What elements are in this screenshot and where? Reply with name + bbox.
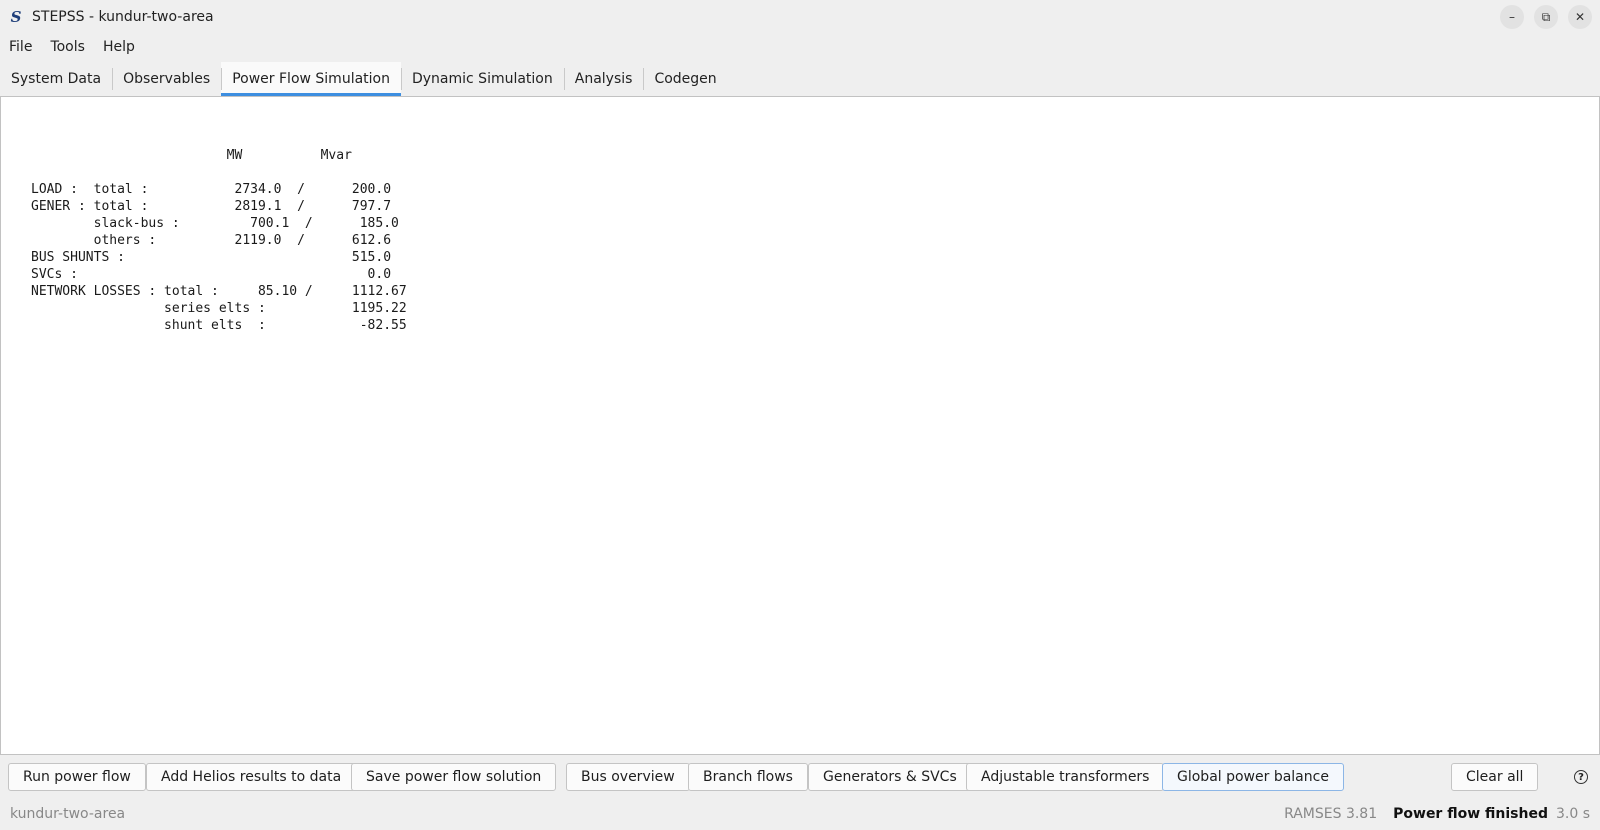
tab-bar: System Data Observables Power Flow Simul…	[0, 62, 728, 96]
stepss-logo-icon: S	[10, 8, 22, 26]
window-controls: – ⧉ ✕	[1500, 5, 1592, 29]
report-line: slack-bus : 700.1 / 185.0	[31, 216, 399, 231]
power-balance-report: MW Mvar LOAD : total : 2734.0 / 200.0 GENE…	[31, 130, 407, 334]
status-bar: kundur-two-area RAMSES 3.81 Power flow f…	[0, 800, 1600, 828]
adjustable-transformers-button[interactable]: Adjustable transformers	[966, 763, 1165, 791]
add-helios-results-button[interactable]: Add Helios results to data	[146, 763, 357, 791]
report-line: shunt elts : -82.55	[31, 318, 407, 333]
status-message: Power flow finished	[1393, 806, 1548, 822]
report-line	[31, 130, 407, 147]
generators-svcs-button[interactable]: Generators & SVCs	[808, 763, 972, 791]
report-line: GENER : total : 2819.1 / 797.7	[31, 199, 392, 214]
menu-help[interactable]: Help	[94, 39, 144, 55]
maximize-icon[interactable]: ⧉	[1534, 5, 1558, 29]
help-icon[interactable]: ?	[1574, 770, 1588, 784]
output-panel[interactable]: MW Mvar LOAD : total : 2734.0 / 200.0 GENE…	[0, 96, 1600, 755]
report-line	[31, 164, 407, 181]
title-bar: S STEPSS - kundur-two-area – ⧉ ✕	[0, 0, 1600, 34]
report-line: LOAD : total : 2734.0 / 200.0	[31, 182, 392, 197]
tab-dynamic-simulation[interactable]: Dynamic Simulation	[400, 62, 564, 96]
tab-observables[interactable]: Observables	[112, 62, 221, 96]
menu-file[interactable]: File	[0, 39, 41, 55]
global-power-balance-button[interactable]: Global power balance	[1162, 763, 1344, 791]
status-elapsed-time: 3.0 s	[1555, 806, 1590, 822]
run-power-flow-button[interactable]: Run power flow	[8, 763, 146, 791]
menu-tools[interactable]: Tools	[41, 39, 94, 55]
tab-system-data[interactable]: System Data	[0, 62, 112, 96]
window-title: STEPSS - kundur-two-area	[32, 9, 214, 25]
report-line: series elts : 1195.22	[31, 301, 407, 316]
tab-analysis[interactable]: Analysis	[563, 62, 644, 96]
bus-overview-button[interactable]: Bus overview	[566, 763, 690, 791]
minimize-icon[interactable]: –	[1500, 5, 1524, 29]
branch-flows-button[interactable]: Branch flows	[688, 763, 808, 791]
app-window: S STEPSS - kundur-two-area – ⧉ ✕ File To…	[0, 0, 1600, 830]
status-right-group: RAMSES 3.81 Power flow finished 3.0 s	[1284, 806, 1590, 822]
save-power-flow-solution-button[interactable]: Save power flow solution	[351, 763, 557, 791]
report-line: BUS SHUNTS : 515.0	[31, 250, 392, 265]
action-bar: Run power flow Add Helios results to dat…	[0, 763, 1600, 791]
button-separator	[555, 767, 556, 787]
status-version: RAMSES 3.81	[1284, 806, 1378, 822]
report-line: SVCs : 0.0	[31, 267, 392, 282]
tab-codegen[interactable]: Codegen	[643, 62, 727, 96]
close-icon[interactable]: ✕	[1568, 5, 1592, 29]
clear-all-button[interactable]: Clear all	[1451, 763, 1539, 791]
report-line: NETWORK LOSSES : total : 85.10 / 1112.67	[31, 284, 407, 299]
menu-bar: File Tools Help	[0, 34, 144, 60]
report-line: MW Mvar	[31, 148, 352, 163]
status-project-name: kundur-two-area	[10, 806, 126, 822]
report-line: others : 2119.0 / 612.6	[31, 233, 392, 248]
tab-power-flow-simulation[interactable]: Power Flow Simulation	[221, 62, 401, 96]
